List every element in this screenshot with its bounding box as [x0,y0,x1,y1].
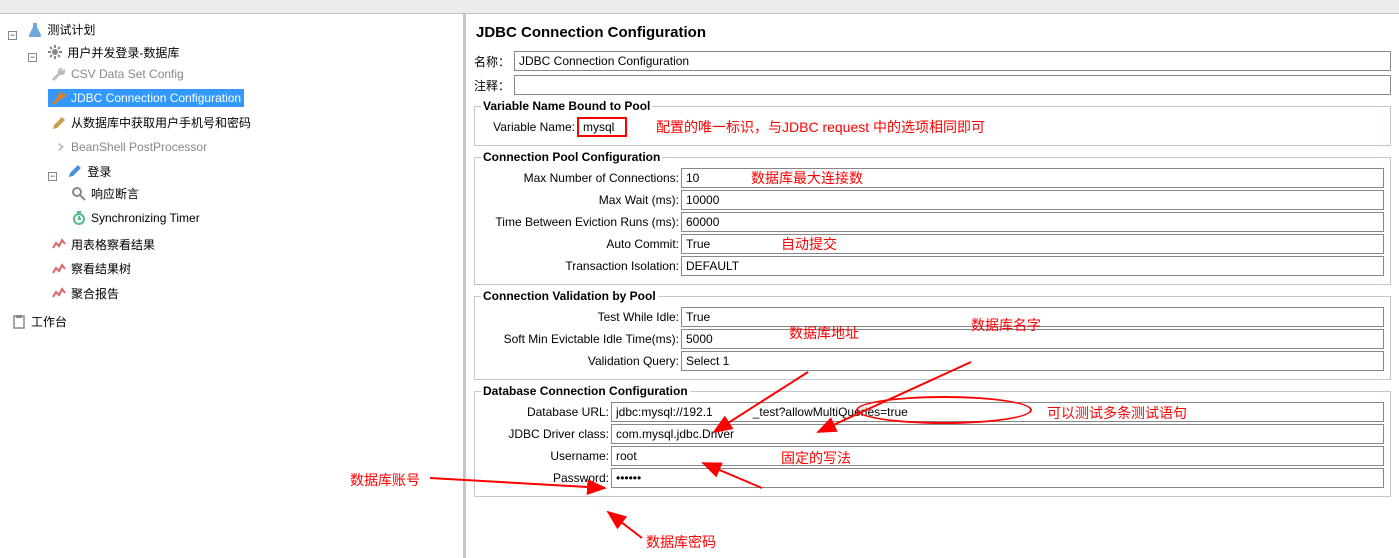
toolbar [0,0,1399,14]
tree-label: 登录 [87,163,111,180]
tree-label: 测试计划 [47,21,95,38]
pwd-input[interactable] [611,468,1384,488]
pool-legend: Connection Pool Configuration [481,150,662,164]
driver-input[interactable] [611,424,1384,444]
db-conn-fieldset: Database Connection Configuration Databa… [474,384,1391,497]
pencil-icon [67,163,83,179]
user-label: Username: [481,449,611,463]
tree-item-table-result[interactable]: 用表格察看结果 [48,235,158,254]
gear-icon [47,44,63,60]
config-panel: JDBC Connection Configuration 名称： 注释： Va… [466,14,1399,558]
evict-input[interactable] [681,212,1384,232]
maxwait-input[interactable] [681,190,1384,210]
tree-item-login[interactable]: 登录 [64,162,114,181]
tree-item-dbquery[interactable]: 从数据库中获取用户手机号和密码 [48,113,254,132]
var-name-label: Variable Name: [481,120,577,134]
testidle-label: Test While Idle: [481,310,681,324]
validquery-input[interactable] [681,351,1384,371]
user-input[interactable] [611,446,1384,466]
txiso-label: Transaction Isolation: [481,259,681,273]
var-legend: Variable Name Bound to Pool [481,99,652,113]
tree-label: 响应断言 [91,185,139,202]
tree-label: 用户并发登录-数据库 [67,44,179,61]
evict-label: Time Between Eviction Runs (ms): [481,215,681,229]
tree-item-assert[interactable]: 响应断言 [68,184,142,203]
dburl-input[interactable] [611,402,1384,422]
softmin-label: Soft Min Evictable Idle Time(ms): [481,332,681,346]
tree-label: JDBC Connection Configuration [71,91,241,105]
tree-root-item[interactable]: 测试计划 [24,20,98,39]
chart-icon [51,236,67,252]
dburl-label: Database URL: [481,405,611,419]
annotation-pwd: 数据库密码 [646,532,716,552]
txiso-input[interactable] [681,256,1384,276]
comment-input[interactable] [514,75,1391,95]
tree-panel: − 测试计划 − 用户并发登录-数据库 [0,14,466,558]
chart-icon [51,261,67,277]
chart-icon [51,285,67,301]
tree-label: BeanShell PostProcessor [71,140,207,154]
testidle-input[interactable] [681,307,1384,327]
validation-fieldset: Connection Validation by Pool Test While… [474,289,1391,380]
db-legend: Database Connection Configuration [481,384,690,398]
softmin-input[interactable] [681,329,1384,349]
wrench-icon [51,90,67,106]
tree-group-item[interactable]: 用户并发登录-数据库 [44,43,182,62]
tree-toggle[interactable]: − [48,172,57,181]
var-name-fieldset: Variable Name Bound to Pool Variable Nam… [474,99,1391,146]
annotation-var: 配置的唯一标识，与JDBC request 中的选项相同即可 [656,117,985,137]
tree-item-jdbc[interactable]: JDBC Connection Configuration [48,89,244,107]
wrench-icon [51,66,67,82]
variable-name-input[interactable] [577,117,627,137]
tree-item-csv[interactable]: CSV Data Set Config [48,65,187,83]
name-input[interactable] [514,51,1391,71]
search-icon [71,186,87,202]
maxwait-label: Max Wait (ms): [481,193,681,207]
tree-item-beanshell[interactable]: BeanShell PostProcessor [48,138,210,156]
tree-item-sync[interactable]: Synchronizing Timer [68,209,203,227]
tree-toggle[interactable]: − [8,31,17,40]
tree-label: Synchronizing Timer [91,211,200,225]
tree-workbench[interactable]: 工作台 [8,312,70,331]
validquery-label: Validation Query: [481,354,681,368]
arrow-icon [51,139,67,155]
autocommit-input[interactable] [681,234,1384,254]
pwd-label: Password: [481,471,611,485]
tree-label: 用表格察看结果 [71,236,155,253]
maxconn-label: Max Number of Connections: [481,171,681,185]
autocommit-label: Auto Commit: [481,237,681,251]
tree-item-aggregate[interactable]: 聚合报告 [48,284,122,303]
flask-icon [27,22,43,38]
tree-label: CSV Data Set Config [71,67,184,81]
tree-label: 察看结果树 [71,260,131,277]
tree-item-tree-result[interactable]: 察看结果树 [48,259,134,278]
comment-label: 注释： [474,77,514,94]
clipboard-icon [11,314,27,330]
pool-fieldset: Connection Pool Configuration Max Number… [474,150,1391,285]
driver-label: JDBC Driver class: [481,427,611,441]
tree-label: 聚合报告 [71,285,119,302]
maxconn-input[interactable] [681,168,1384,188]
tree-label: 工作台 [31,313,67,330]
tree-label: 从数据库中获取用户手机号和密码 [71,114,251,131]
panel-title: JDBC Connection Configuration [476,24,1391,41]
name-label: 名称： [474,53,514,70]
valid-legend: Connection Validation by Pool [481,289,658,303]
pencil-icon [51,115,67,131]
tree-toggle[interactable]: − [28,53,37,62]
timer-icon [71,210,87,226]
